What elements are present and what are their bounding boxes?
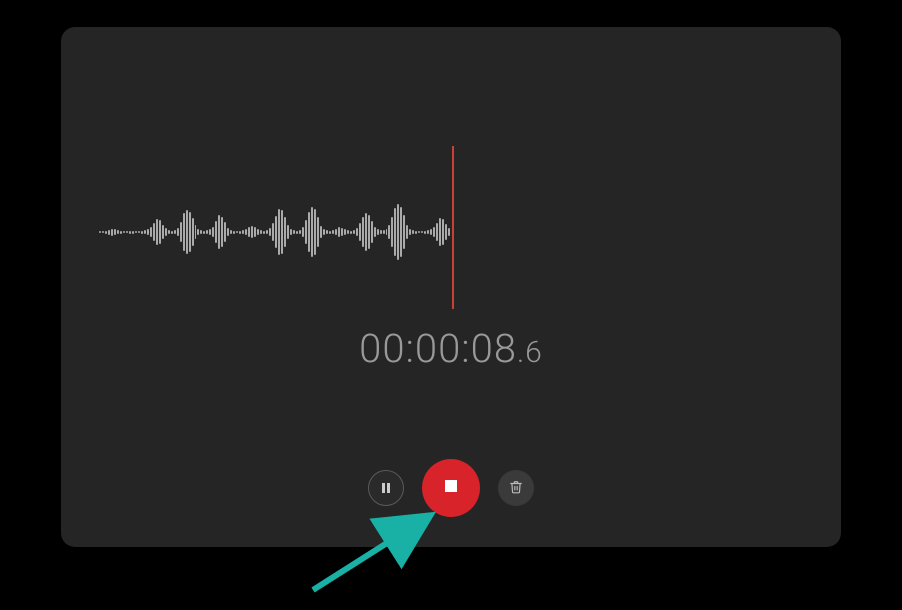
recorder-controls: pause stop delete	[61, 459, 841, 517]
pause-icon	[380, 479, 392, 498]
playhead-cursor	[452, 146, 454, 309]
stop-icon	[442, 477, 460, 499]
time-main: 00:00:08	[359, 325, 517, 372]
waveform-display	[99, 182, 451, 282]
time-fraction: .6	[517, 335, 543, 370]
recorder-panel: 00:00:08.6 pause stop delete	[61, 27, 841, 547]
delete-button[interactable]: delete	[498, 470, 534, 506]
pause-button[interactable]: pause	[368, 470, 404, 506]
trash-icon	[509, 479, 523, 498]
elapsed-time: 00:00:08.6	[61, 325, 841, 372]
stop-button[interactable]: stop	[422, 459, 480, 517]
